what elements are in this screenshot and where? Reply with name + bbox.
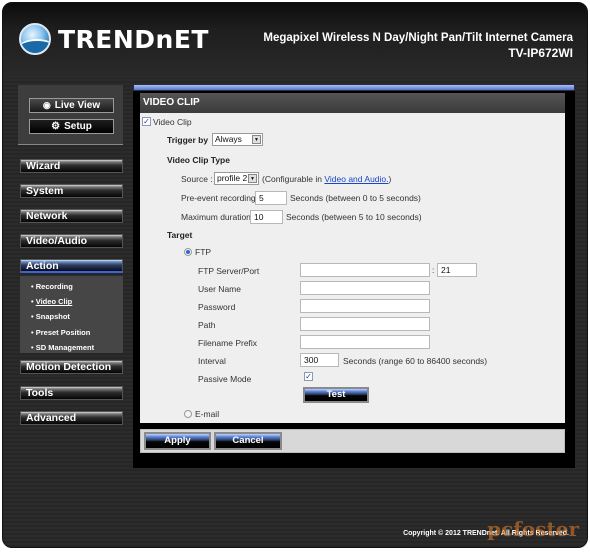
view-mode-box: ◉ Live View ⚙ Setup: [18, 85, 123, 145]
trigger-by-label: Trigger by: [167, 135, 209, 145]
bullet: •: [31, 282, 34, 291]
nav-wizard[interactable]: Wizard: [20, 159, 123, 173]
setup-button[interactable]: ⚙ Setup: [29, 119, 114, 134]
apply-button[interactable]: Apply: [144, 432, 211, 450]
pre-event-label: Pre-event recording: [181, 193, 256, 203]
test-button[interactable]: Test: [303, 387, 369, 403]
filename-prefix-label: Filename Prefix: [198, 338, 258, 348]
panel-top-accent: [133, 84, 575, 91]
setup-label: Setup: [64, 121, 92, 132]
source-note: (Configurable in Video and Audio.): [262, 174, 391, 184]
app-frame: TRENDnET Megapixel Wireless N Day/Night …: [2, 2, 588, 548]
live-view-button[interactable]: ◉ Live View: [29, 98, 114, 113]
ftp-port-input[interactable]: 21: [437, 263, 477, 277]
nav-network[interactable]: Network: [20, 209, 123, 223]
submenu-video-clip[interactable]: • Video Clip: [20, 295, 123, 310]
bullet: •: [31, 312, 34, 322]
panel-title: VIDEO CLIP: [140, 93, 565, 113]
logo-globe-icon: [19, 23, 51, 55]
nav-system[interactable]: System: [20, 184, 123, 198]
source-value: profile 2: [217, 173, 248, 183]
nav-tools[interactable]: Tools: [20, 386, 123, 400]
dropdown-arrow-icon: ▼: [248, 174, 257, 183]
brand-name: TRENDnET: [58, 24, 209, 54]
max-duration-label: Maximum duration: [181, 212, 251, 222]
source-select[interactable]: profile 2 ▼: [214, 172, 259, 185]
ftp-server-input[interactable]: [300, 263, 430, 277]
pre-event-input[interactable]: 5: [255, 191, 287, 205]
password-label: Password: [198, 302, 236, 312]
ftp-label: FTP: [195, 247, 212, 257]
dropdown-arrow-icon: ▼: [252, 135, 261, 144]
submenu-sd-management[interactable]: • SD Management: [20, 341, 123, 356]
clip-type-heading: Video Clip Type: [167, 155, 230, 165]
bullet: •: [31, 297, 34, 307]
max-duration-note: Seconds (between 5 to 10 seconds): [286, 212, 422, 222]
interval-note: Seconds (range 60 to 86400 seconds): [343, 356, 488, 366]
max-duration-input[interactable]: 10: [250, 210, 283, 224]
video-clip-panel: VIDEO CLIP ✓ Video Clip Trigger by Alway…: [133, 91, 575, 468]
user-name-label: User Name: [198, 284, 241, 294]
pre-event-note: Seconds (between 0 to 5 seconds): [290, 193, 421, 203]
product-line: Megapixel Wireless N Day/Night Pan/Tilt …: [263, 32, 573, 44]
submenu-recording[interactable]: • Recording: [20, 280, 123, 295]
watermark: pcfoster: [487, 517, 579, 541]
source-note-prefix: (Configurable in: [262, 174, 325, 184]
submenu-label: Recording: [35, 282, 73, 291]
product-info: Megapixel Wireless N Day/Night Pan/Tilt …: [263, 32, 573, 60]
target-heading: Target: [167, 230, 193, 240]
header: TRENDnET Megapixel Wireless N Day/Night …: [3, 3, 587, 78]
user-name-input[interactable]: [300, 281, 430, 295]
nav-video-audio[interactable]: Video/Audio: [20, 234, 123, 248]
video-clip-label: Video Clip: [153, 117, 192, 127]
path-label: Path: [198, 320, 216, 330]
submenu-label: Video Clip: [35, 297, 73, 307]
gear-icon: ⚙: [51, 121, 61, 132]
nav-advanced[interactable]: Advanced: [20, 411, 123, 425]
source-label: Source :: [181, 174, 213, 184]
email-radio[interactable]: [184, 410, 192, 418]
eye-icon: ◉: [42, 100, 51, 110]
source-note-suffix: ): [388, 174, 392, 184]
submenu-snapshot[interactable]: • Snapshot: [20, 310, 123, 325]
submenu-label: SD Management: [35, 342, 95, 352]
passive-mode-checkbox[interactable]: ✓: [304, 372, 313, 381]
submenu-label: Preset Position: [35, 327, 91, 337]
trigger-by-select[interactable]: Always ▼: [212, 133, 263, 146]
submenu-preset-position[interactable]: • Preset Position: [20, 326, 123, 341]
trigger-by-value: Always: [215, 134, 242, 144]
passive-mode-label: Passive Mode: [198, 374, 252, 384]
nav-motion-detection[interactable]: Motion Detection: [20, 360, 123, 374]
port-separator: :: [432, 265, 435, 275]
nav-action[interactable]: Action: [20, 259, 123, 273]
interval-label: Interval: [198, 356, 226, 366]
email-label: E-mail: [195, 409, 220, 419]
video-clip-checkbox[interactable]: ✓: [142, 117, 151, 126]
interval-input[interactable]: 300: [300, 353, 339, 367]
cancel-button[interactable]: Cancel: [214, 432, 282, 450]
submenu-label: Snapshot: [35, 312, 70, 322]
action-bar: Apply Cancel: [140, 429, 565, 453]
settings-form: ✓ Video Clip Trigger by Always ▼ Video C…: [140, 113, 565, 423]
password-input[interactable]: [300, 299, 430, 313]
model-name: TV-IP672WI: [508, 46, 573, 60]
ftp-radio[interactable]: [184, 248, 192, 256]
video-audio-link[interactable]: Video and Audio.: [324, 174, 388, 184]
filename-prefix-input[interactable]: [300, 335, 430, 349]
action-submenu: • Recording • Video Clip • Snapshot • Pr…: [20, 276, 123, 353]
ftp-server-label: FTP Server/Port: [198, 266, 260, 276]
path-input[interactable]: [300, 317, 430, 331]
bullet: •: [31, 342, 34, 352]
trendnet-logo: TRENDnET: [19, 23, 209, 55]
live-view-label: Live View: [54, 100, 101, 111]
bullet: •: [31, 327, 34, 337]
